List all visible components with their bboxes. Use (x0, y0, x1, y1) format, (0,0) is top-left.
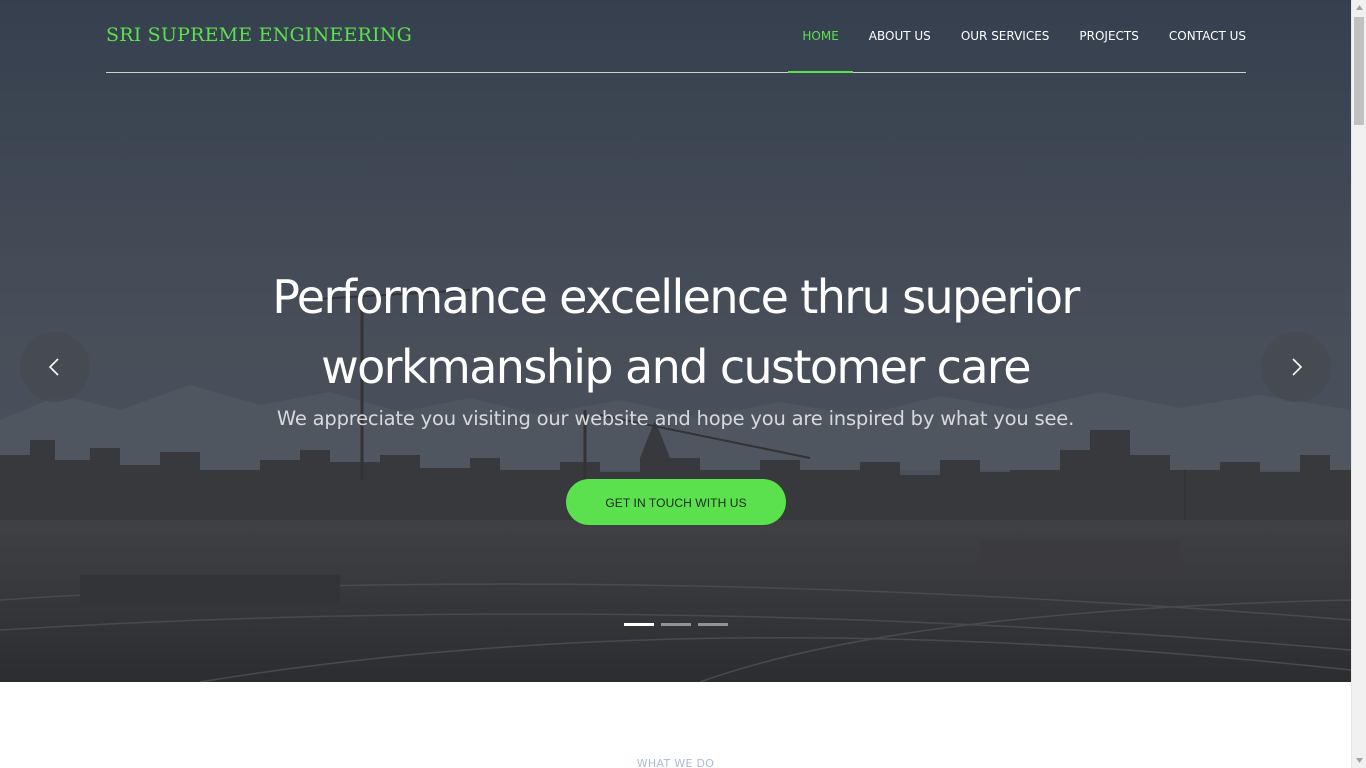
slider-indicator-2[interactable] (661, 623, 691, 626)
chevron-right-icon (1292, 358, 1303, 376)
hero-headline-line-2: workmanship and customer care (321, 340, 1031, 394)
nav-item-home[interactable]: HOME (788, 0, 854, 73)
scrollbar-thumb[interactable] (1354, 17, 1364, 125)
hero-subline: We appreciate you visiting our website a… (276, 407, 1075, 430)
page: SRI SUPREME ENGINEERING HOME ABOUT US OU… (0, 0, 1366, 768)
viewport: SRI SUPREME ENGINEERING HOME ABOUT US OU… (0, 0, 1351, 768)
slider-prev-button[interactable] (20, 332, 90, 402)
nav-item-our-services[interactable]: OUR SERVICES (961, 0, 1050, 72)
site-logo[interactable]: SRI SUPREME ENGINEERING (106, 24, 412, 46)
slider-next-button[interactable] (1261, 332, 1331, 402)
nav-item-about-us[interactable]: ABOUT US (869, 0, 931, 72)
hero-headline: Performance excellence thru superior wor… (0, 262, 1351, 402)
nav-item-contact-us[interactable]: CONTACT US (1169, 0, 1246, 72)
nav-item-projects[interactable]: PROJECTS (1079, 0, 1138, 72)
site-header: SRI SUPREME ENGINEERING HOME ABOUT US OU… (106, 0, 1246, 73)
scroll-down-arrow-icon[interactable] (1352, 752, 1366, 768)
slider-indicator-3[interactable] (698, 623, 728, 626)
section-label-what-we-do: WHAT WE DO (636, 757, 715, 768)
page-scrollbar[interactable] (1351, 0, 1366, 768)
slider-indicator-1[interactable] (624, 623, 654, 626)
get-in-touch-button[interactable]: GET IN TOUCH WITH US (566, 479, 786, 525)
hero-headline-line-1: Performance excellence thru superior (272, 270, 1080, 324)
scroll-up-arrow-icon[interactable] (1352, 0, 1366, 16)
hero-slider: SRI SUPREME ENGINEERING HOME ABOUT US OU… (0, 0, 1351, 682)
slider-indicators (624, 623, 735, 626)
main-nav: HOME ABOUT US OUR SERVICES PROJECTS CONT… (772, 0, 1246, 73)
chevron-left-icon (48, 358, 59, 376)
